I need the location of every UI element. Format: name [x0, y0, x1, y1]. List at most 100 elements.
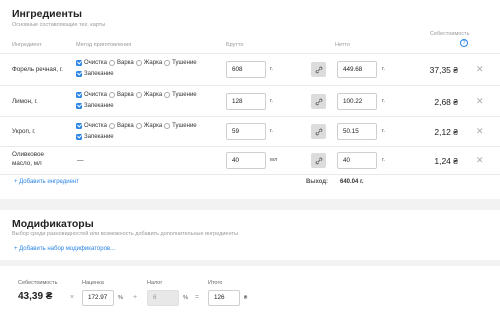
net-input[interactable]: 40: [337, 152, 377, 169]
net-input[interactable]: 50.15: [337, 123, 377, 140]
link-button[interactable]: [311, 94, 326, 109]
checkbox-icon: [76, 70, 82, 77]
tax-input: 6: [147, 290, 179, 306]
cost-label: Себестоимость: [18, 280, 58, 286]
remove-icon[interactable]: ✕: [476, 126, 484, 137]
method-stew[interactable]: Тушение: [164, 122, 197, 129]
gross-input[interactable]: 608: [226, 61, 266, 78]
modifiers-subtitle: Выбор среди разновидностей или возможнос…: [12, 231, 238, 237]
method-bake[interactable]: Запекание: [76, 133, 114, 140]
ingredient-name: Форель речная, г.: [12, 65, 63, 74]
net-input[interactable]: 100.22: [337, 93, 377, 110]
link-button[interactable]: [311, 153, 326, 168]
method-fry[interactable]: Жарка: [135, 122, 163, 129]
markup-input[interactable]: 172.97: [82, 290, 114, 306]
remove-icon[interactable]: ✕: [476, 96, 484, 107]
option-label: Тушение: [172, 59, 197, 66]
header-ingredient: Ингредиент: [12, 42, 42, 48]
ingredient-name-line1: Оливковое: [12, 151, 44, 158]
ingredients-subtitle: Основные составляющие тех. карты: [12, 22, 106, 28]
radio-icon: [164, 91, 171, 98]
gross-unit: г.: [270, 98, 274, 104]
total-label: Итого: [208, 280, 223, 286]
cost-value: 1,24 ₴: [434, 156, 458, 166]
checkbox-icon: [76, 133, 82, 140]
method-boil[interactable]: Варка: [109, 122, 134, 129]
total-cost-value: 43,39 ₴: [18, 291, 53, 302]
net-unit: г.: [382, 157, 386, 163]
net-input[interactable]: 449.68: [337, 61, 377, 78]
option-label: Жарка: [143, 59, 163, 66]
ingredient-name: Лимон, г.: [12, 97, 38, 106]
option-label: Запекание: [84, 70, 114, 77]
link-icon: [315, 66, 322, 73]
option-label: Очистка: [84, 91, 107, 98]
add-ingredient-link[interactable]: + Добавить ингредиент: [14, 179, 79, 185]
radio-icon: [109, 91, 115, 98]
ingredients-panel: Ингредиенты Основные составляющие тех. к…: [0, 0, 500, 199]
yield-value: 640.04 г.: [340, 179, 364, 185]
table-row: Форель речная, г. Очистка Варка Жарка Ту…: [0, 53, 500, 85]
equals-operator: =: [195, 294, 200, 301]
link-icon: [315, 157, 322, 164]
checkbox-icon: [76, 122, 82, 129]
remove-icon[interactable]: ✕: [476, 155, 484, 166]
remove-icon[interactable]: ✕: [476, 64, 484, 75]
link-icon: [315, 98, 322, 105]
method-clean[interactable]: Очистка: [76, 59, 107, 66]
gross-input[interactable]: 40: [226, 152, 266, 169]
checkbox-icon: [76, 59, 82, 66]
ingredients-title: Ингредиенты: [12, 8, 82, 20]
ingredient-name: Укроп, г.: [12, 127, 36, 136]
method-bake[interactable]: Запекание: [76, 102, 114, 109]
tax-label: Налог: [147, 280, 163, 286]
markup-label: Наценка: [82, 280, 104, 286]
method-boil[interactable]: Варка: [109, 91, 134, 98]
radio-icon: [109, 122, 115, 129]
option-label: Очистка: [84, 59, 107, 66]
modifiers-panel: Модификаторы Выбор среди разновидностей …: [0, 210, 500, 260]
ingredient-name-line1: Лимон, г.: [12, 98, 38, 105]
link-button[interactable]: [311, 124, 326, 139]
method-bake[interactable]: Запекание: [76, 70, 114, 77]
radio-icon: [135, 91, 142, 98]
radio-icon: [135, 59, 142, 66]
header-net: Нетто: [335, 42, 350, 48]
radio-icon: [109, 59, 115, 66]
gross-unit: г.: [270, 128, 274, 134]
method-stew[interactable]: Тушение: [164, 59, 197, 66]
method-options: Очистка Варка Жарка Тушение Запекание: [76, 57, 199, 79]
checkbox-icon: [76, 91, 82, 98]
header-method: Метод приготовления: [76, 42, 132, 48]
ingredient-name-line2: масло, мл: [12, 160, 42, 167]
total-input[interactable]: 126: [208, 290, 240, 306]
gross-input[interactable]: 59: [226, 123, 266, 140]
add-modifier-set-link[interactable]: + Добавить набор модификаторов...: [14, 246, 115, 252]
radio-icon: [164, 122, 171, 129]
table-row: Укроп, г. Очистка Варка Жарка Тушение За…: [0, 116, 500, 146]
modifiers-title: Модификаторы: [12, 218, 94, 230]
method-fry[interactable]: Жарка: [135, 91, 163, 98]
method-stew[interactable]: Тушение: [164, 91, 197, 98]
net-unit: г.: [382, 128, 386, 134]
option-label: Тушение: [172, 122, 197, 129]
cost-value: 2,68 ₴: [434, 97, 458, 107]
option-label: Очистка: [84, 122, 107, 129]
link-button[interactable]: [311, 62, 326, 77]
method-clean[interactable]: Очистка: [76, 122, 107, 129]
yield-label: Выход:: [306, 179, 329, 185]
method-clean[interactable]: Очистка: [76, 91, 107, 98]
option-label: Жарка: [143, 122, 163, 129]
gross-input[interactable]: 128: [226, 93, 266, 110]
net-unit: г.: [382, 66, 386, 72]
help-icon[interactable]: ?: [460, 39, 468, 47]
option-label: Жарка: [143, 91, 163, 98]
method-fry[interactable]: Жарка: [135, 59, 163, 66]
link-icon: [315, 128, 322, 135]
option-label: Запекание: [84, 102, 114, 109]
table-row: Лимон, г. Очистка Варка Жарка Тушение За…: [0, 85, 500, 116]
method-options: Очистка Варка Жарка Тушение Запекание: [76, 120, 199, 142]
method-boil[interactable]: Варка: [109, 59, 134, 66]
table-row: Оливковое масло, мл — 40 мл 40 г. 1,24 ₴…: [0, 146, 500, 174]
gross-unit: г.: [270, 66, 274, 72]
